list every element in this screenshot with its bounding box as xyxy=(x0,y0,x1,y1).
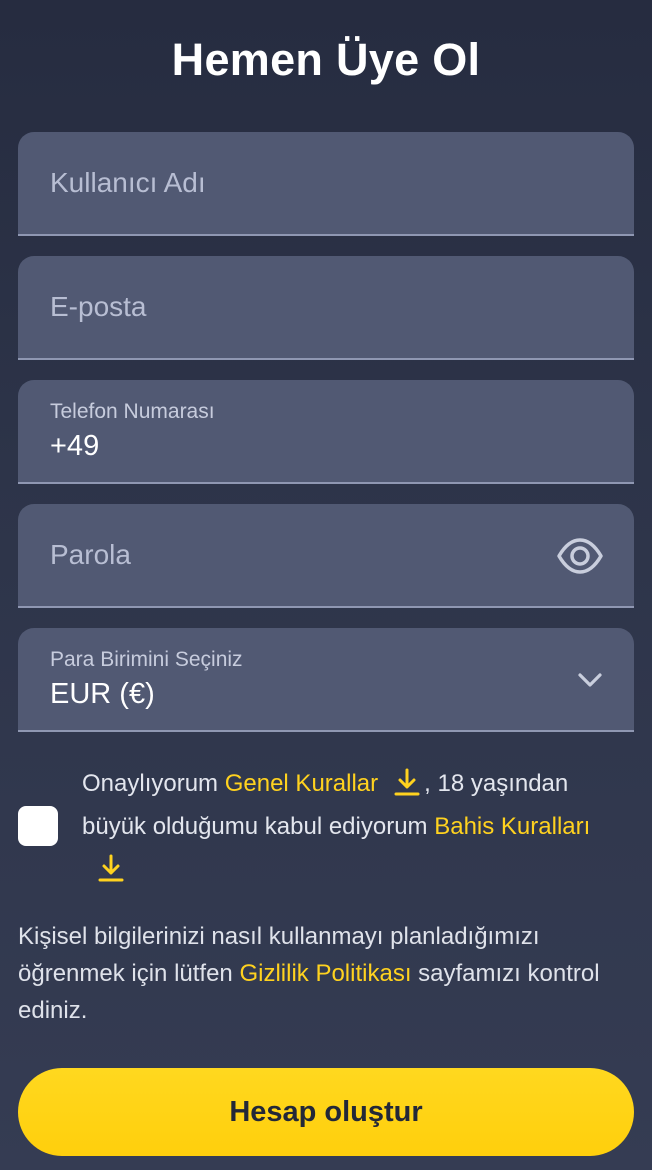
privacy-notice: Kişisel bilgilerinizi nasıl kullanmayı p… xyxy=(18,918,634,1029)
phone-field[interactable]: Telefon Numarası +49 xyxy=(18,380,634,484)
create-account-label: Hesap oluştur xyxy=(229,1095,423,1128)
chevron-down-icon xyxy=(578,673,602,687)
general-rules-link[interactable]: Genel Kurallar xyxy=(225,770,378,797)
download-icon[interactable] xyxy=(394,767,420,797)
currency-label: Para Birimini Seçiniz xyxy=(50,648,243,671)
phone-label: Telefon Numarası xyxy=(50,400,215,423)
privacy-policy-link[interactable]: Gizlilik Politikası xyxy=(239,960,411,987)
password-field[interactable]: Parola xyxy=(18,504,634,608)
currency-select[interactable]: Para Birimini Seçiniz EUR (€) xyxy=(18,628,634,732)
consent-checkbox[interactable] xyxy=(18,806,58,846)
phone-value: +49 xyxy=(50,430,100,462)
username-field[interactable]: Kullanıcı Adı xyxy=(18,132,634,236)
consent-text: Onaylıyorum Genel Kurallar, 18 yaşından … xyxy=(82,762,622,891)
username-placeholder: Kullanıcı Adı xyxy=(50,167,206,198)
consent-prefix: Onaylıyorum xyxy=(82,770,219,797)
page-title: Hemen Üye Ol xyxy=(171,34,481,85)
email-placeholder: E-posta xyxy=(50,291,147,322)
password-placeholder: Parola xyxy=(50,539,131,570)
email-field[interactable]: E-posta xyxy=(18,256,634,360)
download-icon[interactable] xyxy=(98,853,124,883)
betting-rules-link[interactable]: Bahis Kuralları xyxy=(434,813,590,840)
create-account-button[interactable]: Hesap oluştur xyxy=(18,1068,634,1156)
currency-value: EUR (€) xyxy=(50,678,155,710)
eye-icon[interactable] xyxy=(556,536,604,576)
